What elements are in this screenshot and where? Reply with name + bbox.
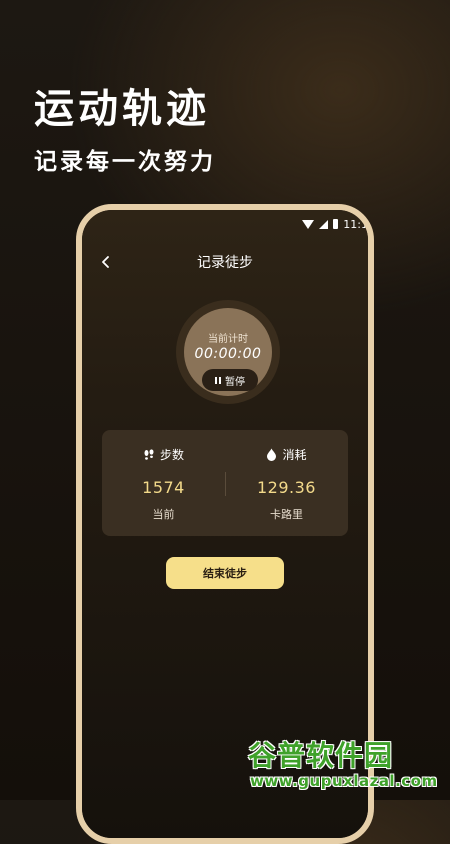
pause-icon — [215, 376, 221, 384]
timer-face: 当前计时 00:00:00 暂停 — [184, 308, 272, 396]
watermark-url: www.gupuxlazal.com — [250, 772, 438, 790]
stat-steps-label: 步数 — [159, 448, 184, 462]
watermark-brand: 谷普软件园 — [248, 739, 394, 772]
stat-calories-value: 129.36 — [257, 478, 316, 497]
promo-subtitle: 记录每一次努力 — [34, 149, 216, 175]
timer-label: 当前计时 — [208, 334, 248, 345]
status-bar: 11:1 — [302, 216, 368, 232]
pause-button-label: 暂停 — [225, 376, 245, 388]
timer-value: 00:00:00 — [194, 346, 262, 362]
signal-icon — [319, 219, 329, 229]
timer-dial: 当前计时 00:00:00 暂停 — [176, 300, 280, 404]
stat-calories-header: 消耗 — [225, 446, 348, 463]
page-title: 记录徒步 — [197, 255, 253, 271]
pause-button[interactable]: 暂停 — [202, 369, 258, 391]
end-hike-button[interactable]: 结束徒步 — [166, 557, 284, 589]
stat-steps-unit: 当前 — [152, 508, 175, 521]
stats-card: 步数 1574 当前 消耗 129.36 卡路里 — [102, 430, 348, 536]
status-time: 11:1 — [343, 217, 368, 231]
stat-steps-header: 步数 — [102, 446, 225, 463]
watermark: 谷普软件园 www.gupuxlazal.com — [246, 734, 446, 796]
nav-bar: 记录徒步 — [82, 248, 368, 276]
promo-title: 运动轨迹 — [34, 86, 210, 132]
stat-steps-value: 1574 — [142, 478, 185, 497]
stat-calories: 消耗 129.36 卡路里 — [225, 430, 348, 536]
battery-icon — [333, 219, 339, 229]
stat-calories-label: 消耗 — [282, 448, 307, 462]
stat-calories-unit: 卡路里 — [270, 508, 303, 521]
flame-drop-icon — [267, 448, 277, 461]
chevron-left-icon — [102, 256, 109, 268]
back-button[interactable] — [96, 252, 116, 272]
stat-steps: 步数 1574 当前 — [102, 430, 225, 536]
footprints-icon — [144, 448, 154, 460]
wifi-icon — [302, 219, 315, 229]
